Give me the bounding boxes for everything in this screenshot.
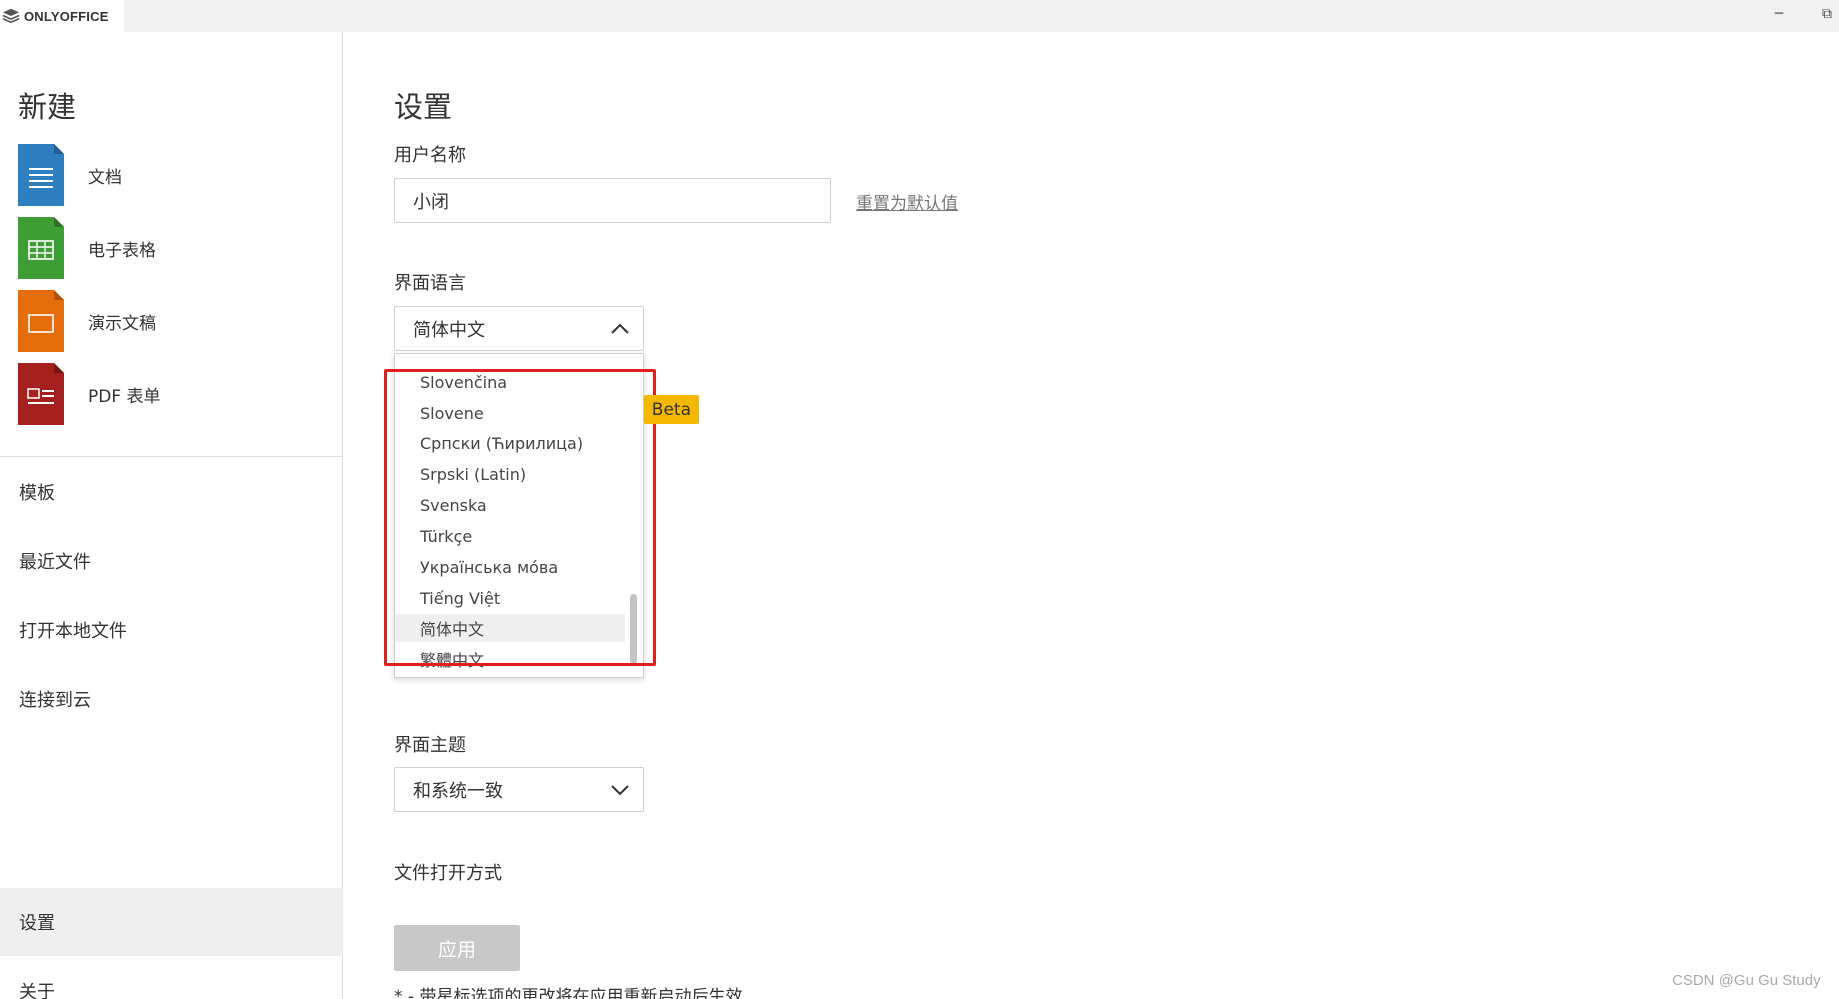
new-pdf-form-label: PDF 表单 (88, 386, 161, 407)
onlyoffice-logo-icon (2, 8, 20, 24)
new-spreadsheet-item[interactable]: 电子表格 (18, 217, 318, 279)
maximize-button[interactable]: ⧉ (1804, 0, 1839, 28)
restart-footnote: * - 带星标选项的更改将在应用重新启动后生效 (394, 987, 743, 999)
new-document-item[interactable]: 文档 (18, 144, 318, 206)
annotation-highlight-box (384, 369, 656, 666)
new-presentation-item[interactable]: 演示文稿 (18, 290, 318, 352)
brand-name: ONLYOFFICE (24, 8, 109, 24)
beta-badge: Beta (644, 395, 699, 424)
page-title: 设置 (394, 90, 453, 124)
minimize-button[interactable]: ─ (1756, 0, 1802, 28)
new-presentation-label: 演示文稿 (88, 313, 156, 334)
theme-select-value: 和系统一致 (413, 780, 503, 802)
chevron-up-icon (611, 323, 629, 334)
new-spreadsheet-label: 电子表格 (88, 240, 156, 261)
spreadsheet-icon (18, 217, 64, 279)
sidebar-item-about[interactable]: 关于 (0, 957, 343, 999)
username-input[interactable] (394, 178, 831, 223)
title-bar: ONLYOFFICE ─ ⧉ (0, 0, 1839, 32)
sidebar-item-settings[interactable]: 设置 (0, 888, 343, 956)
open-mode-label: 文件打开方式 (394, 863, 502, 884)
sidebar-item-open-local-file[interactable]: 打开本地文件 (0, 596, 343, 664)
home-tab[interactable]: ONLYOFFICE (0, 0, 124, 32)
language-select-value: 简体中文 (413, 319, 485, 341)
new-section-title: 新建 (18, 90, 77, 124)
document-icon (18, 144, 64, 206)
language-select[interactable]: 简体中文 (394, 306, 644, 351)
sidebar-item-recent-files[interactable]: 最近文件 (0, 527, 343, 595)
language-label: 界面语言 (394, 273, 466, 294)
theme-select[interactable]: 和系统一致 (394, 767, 644, 812)
username-label: 用户名称 (394, 145, 466, 166)
new-pdf-form-item[interactable]: PDF 表单 (18, 363, 318, 425)
chevron-down-icon (611, 785, 629, 796)
sidebar: 新建 文档 电子表格 演示文稿 PDF 表单 模板 最近文件 打开本地文件 连接… (0, 32, 343, 999)
theme-label: 界面主题 (394, 735, 466, 756)
sidebar-item-templates[interactable]: 模板 (0, 458, 343, 526)
new-document-label: 文档 (88, 167, 122, 188)
sidebar-item-connect-cloud[interactable]: 连接到云 (0, 665, 343, 733)
sidebar-divider (0, 456, 343, 457)
presentation-icon (18, 290, 64, 352)
apply-button[interactable]: 应用 (394, 925, 520, 971)
reset-default-link[interactable]: 重置为默认值 (856, 189, 958, 214)
pdf-form-icon (18, 363, 64, 425)
watermark: CSDN @Gu Gu Study (1672, 972, 1821, 989)
